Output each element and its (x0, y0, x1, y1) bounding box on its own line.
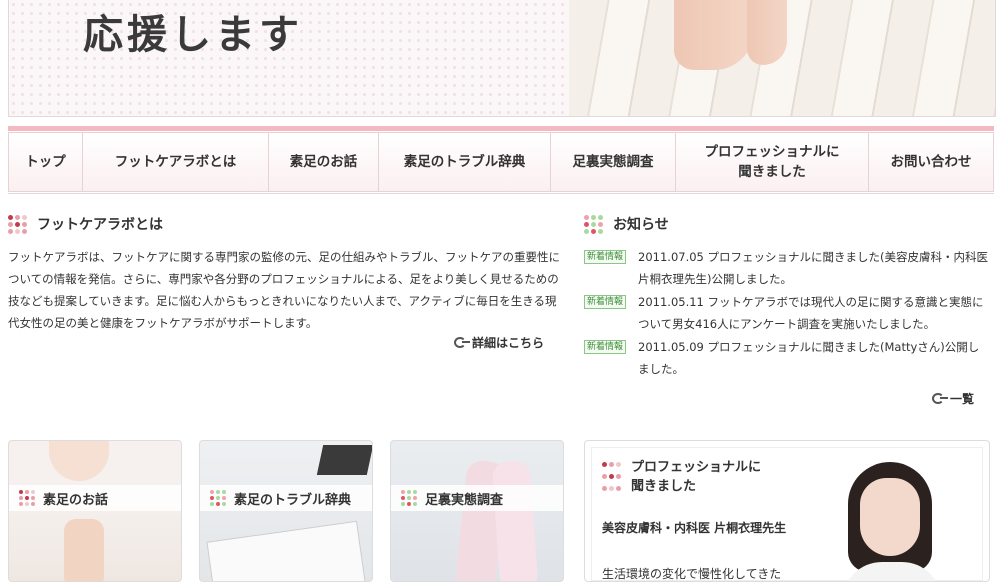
news-list-label: 一覧 (950, 392, 975, 406)
card-photo-book (206, 520, 366, 581)
dots-icon (401, 490, 417, 506)
card-photo (316, 445, 372, 475)
professional-photo (842, 462, 942, 581)
news-heading-text: お知らせ (613, 217, 669, 233)
nav-item-about[interactable]: フットケアラボとは (82, 132, 268, 192)
dots-icon (19, 490, 35, 506)
nav-item-trouble[interactable]: 素足のトラブル辞典 (378, 132, 550, 192)
card-photo-leg (491, 459, 539, 581)
card-photo (49, 441, 109, 481)
card-label: 素足のトラブル辞典 (200, 485, 372, 511)
dots-icon (584, 214, 603, 234)
nav-item-professional[interactable]: プロフェッショナルに 聞きました (675, 132, 868, 192)
card-sole-survey[interactable]: 足裏実態調査 (390, 440, 564, 582)
news-item[interactable]: 新着情報 2011.05.09 プロフェッショナルに聞きました(Mattyさん)… (584, 336, 988, 380)
nav-item-top[interactable]: トップ (8, 132, 82, 192)
professional-heading: プロフェッショナルに 聞きました (602, 458, 761, 496)
arrow-right-icon (454, 337, 470, 348)
news-item[interactable]: 新着情報 2011.07.05 プロフェッショナルに聞きました(美容皮膚科・内科… (584, 246, 988, 290)
news-text[interactable]: 2011.05.11 フットケアラボでは現代人の足に関する意識と実態について男女… (638, 291, 988, 335)
dots-icon (8, 214, 27, 234)
news-list-link[interactable]: 一覧 (932, 390, 974, 407)
card-label-text: 素足のお話 (43, 492, 109, 508)
news-badge: 新着情報 (584, 250, 627, 264)
news-heading: お知らせ (584, 214, 669, 234)
news-item[interactable]: 新着情報 2011.05.11 フットケアラボでは現代人の足に関する意識と実態に… (584, 291, 988, 335)
news-badge: 新着情報 (584, 295, 627, 309)
about-more-link[interactable]: 詳細はこちら (454, 334, 544, 351)
professional-desc: 生活環境の変化で慢性化してきた女 (602, 567, 782, 581)
nav-item-contact[interactable]: お問い合わせ (868, 132, 994, 192)
card-photo-legs (64, 519, 104, 581)
hero-banner: 応援します (8, 0, 996, 117)
news-badge: 新着情報 (584, 340, 627, 354)
nav-item-survey[interactable]: 足裏実態調査 (550, 132, 675, 192)
professional-inner: プロフェッショナルに 聞きました 美容皮膚科・内科医 片桐衣理先生 生活環境の変… (591, 447, 983, 581)
hero-title: 応援します (83, 12, 303, 58)
news-text[interactable]: 2011.05.09 プロフェッショナルに聞きました(Mattyさん)公開しまし… (638, 336, 988, 380)
hero-foot-right (747, 0, 787, 65)
professional-name: 美容皮膚科・内科医 片桐衣理先生 (602, 521, 787, 535)
news-text[interactable]: 2011.07.05 プロフェッショナルに聞きました(美容皮膚科・内科医 片桐衣… (638, 246, 988, 290)
nav-item-barefoot[interactable]: 素足のお話 (268, 132, 378, 192)
card-label-text: 足裏実態調査 (425, 492, 504, 508)
hero-photo (569, 0, 995, 116)
dots-icon (210, 490, 226, 506)
professional-heading-text: プロフェッショナルに 聞きました (631, 460, 762, 494)
global-nav: トップ フットケアラボとは 素足のお話 素足のトラブル辞典 足裏実態調査 プロフ… (8, 131, 994, 194)
about-more-label: 詳細はこちら (472, 336, 545, 350)
about-heading-text: フットケアラボとは (37, 217, 163, 233)
card-trouble-dictionary[interactable]: 素足のトラブル辞典 (199, 440, 373, 582)
card-label-text: 素足のトラブル辞典 (234, 492, 352, 508)
card-label: 足裏実態調査 (391, 485, 563, 511)
about-heading: フットケアラボとは (8, 214, 163, 234)
dots-icon (602, 462, 621, 496)
news-list: 新着情報 2011.07.05 プロフェッショナルに聞きました(美容皮膚科・内科… (584, 246, 988, 381)
professional-box[interactable]: プロフェッショナルに 聞きました 美容皮膚科・内科医 片桐衣理先生 生活環境の変… (584, 440, 990, 582)
card-barefoot[interactable]: 素足のお話 (8, 440, 182, 582)
about-text: フットケアラボは、フットケアに関する専門家の監修の元、足の仕組みやトラブル、フッ… (8, 250, 560, 330)
card-label: 素足のお話 (9, 485, 181, 511)
hero-foot-left (674, 0, 754, 70)
arrow-right-icon (932, 393, 948, 404)
